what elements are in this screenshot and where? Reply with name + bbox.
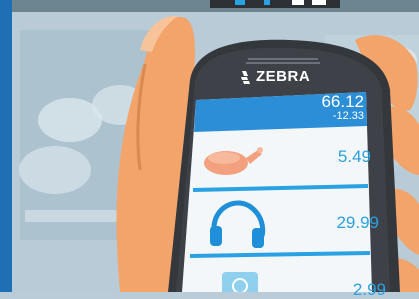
zebra-logo-icon — [241, 71, 250, 84]
cart-discount: -12.33 — [332, 110, 364, 122]
item-price: 5.49 — [337, 147, 371, 166]
cart-total: 66.12 — [321, 92, 364, 111]
item-price: 29.99 — [336, 213, 379, 232]
device-brand: ZEBRA — [256, 68, 311, 85]
item-icon — [222, 272, 258, 296]
item-price: 2.99 — [352, 280, 386, 299]
background-illustration — [0, 0, 419, 296]
scene: ZEBRA 66.12 -12.33 5.49 29.99 2.99 — [0, 0, 419, 298]
